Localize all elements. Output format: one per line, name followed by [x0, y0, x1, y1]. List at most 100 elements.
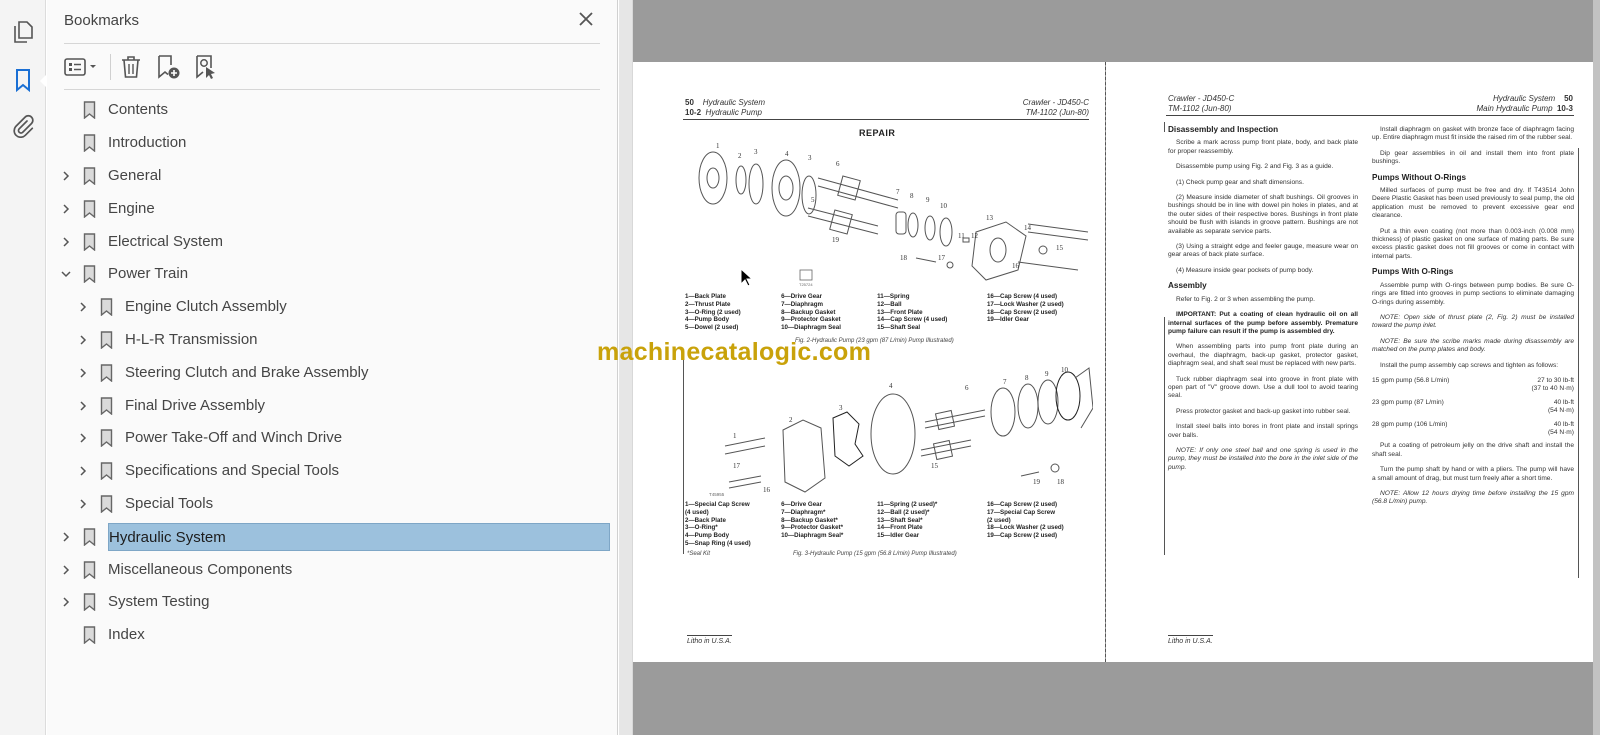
- bookmark-item[interactable]: Index: [47, 619, 618, 652]
- bookmark-item[interactable]: System Testing: [47, 586, 618, 619]
- bookmark-item[interactable]: Engine Clutch Assembly: [47, 291, 618, 324]
- svg-text:19: 19: [832, 236, 840, 244]
- divider: [64, 89, 600, 90]
- chevron-right-icon[interactable]: [76, 464, 90, 478]
- divider: [64, 43, 600, 44]
- bookmark-item[interactable]: Miscellaneous Components: [47, 553, 618, 586]
- bookmark-label: Engine: [108, 199, 155, 217]
- heading-pumps-with-o-rings: Pumps With O-Rings: [1372, 267, 1454, 277]
- svg-text:10: 10: [940, 202, 948, 210]
- svg-text:13: 13: [986, 214, 994, 222]
- bookmark-icon: [99, 495, 113, 513]
- bookmark-item[interactable]: Contents: [47, 94, 618, 127]
- close-panel-button[interactable]: [575, 8, 597, 30]
- delete-bookmark-button[interactable]: [119, 53, 143, 81]
- legend-column: 16—Cap Screw (4 used) 17—Lock Washer (2 u…: [987, 293, 1085, 332]
- chevron-right-icon[interactable]: [59, 169, 73, 183]
- vertical-scrollbar[interactable]: [1593, 0, 1600, 735]
- legend-entry: 4—Pump Body: [685, 532, 730, 540]
- note: NOTE: Be sure the scribe marks made duri…: [1372, 337, 1574, 354]
- svg-text:T45955: T45955: [709, 492, 725, 497]
- header-rule: [683, 119, 1089, 120]
- legend-entry: 10—Diaphragm Seal: [781, 324, 841, 332]
- bookmark-item[interactable]: Hydraulic System: [47, 520, 618, 553]
- bookmark-item[interactable]: H-L-R Transmission: [47, 324, 618, 357]
- svg-text:3: 3: [754, 148, 758, 156]
- bookmark-icon: [99, 396, 113, 415]
- page-thumbnails-button[interactable]: [9, 18, 37, 46]
- bookmark-item[interactable]: Final Drive Assembly: [47, 389, 618, 422]
- find-current-bookmark-button[interactable]: [193, 53, 219, 81]
- step: (2) Measure inside diameter of shaft bus…: [1168, 194, 1358, 235]
- panel-title: Bookmarks: [64, 12, 140, 29]
- bookmark-item[interactable]: Electrical System: [47, 225, 618, 258]
- legend-entry: 15—Idler Gear: [877, 532, 920, 540]
- legend-entry: (2 used): [986, 516, 1011, 524]
- svg-text:18: 18: [900, 254, 908, 262]
- svg-text:1: 1: [716, 142, 720, 150]
- chevron-right-icon[interactable]: [59, 530, 73, 544]
- chevron-right-icon[interactable]: [59, 563, 73, 577]
- panel-resize-handle[interactable]: [619, 0, 633, 735]
- torque-imperial: 40 lb-ft: [1553, 420, 1574, 428]
- chevron-right-icon[interactable]: [76, 431, 90, 445]
- legend-entry: 5—Dowel (2 used): [685, 324, 739, 332]
- chevron-right-icon[interactable]: [59, 202, 73, 216]
- bookmark-item[interactable]: Special Tools: [47, 488, 618, 521]
- bookmark-item[interactable]: Power Take-Off and Winch Drive: [47, 422, 618, 455]
- chevron-right-icon[interactable]: [76, 399, 90, 413]
- bookmark-label: General: [108, 166, 162, 184]
- revision-bar: [1164, 317, 1165, 555]
- chevron-right-icon[interactable]: [59, 595, 73, 609]
- manual-number: TM-1102 (Jun-80): [1168, 104, 1232, 113]
- add-bookmark-button[interactable]: [155, 53, 181, 81]
- legend-entry: 9—Protector Gasket*: [781, 524, 843, 532]
- bookmark-label: H-L-R Transmission: [125, 330, 258, 348]
- chevron-right-icon[interactable]: [76, 333, 90, 347]
- legend-entry: 8—Backup Gasket: [781, 308, 836, 316]
- chevron-right-icon[interactable]: [76, 366, 90, 380]
- toolbar-separator: [110, 54, 111, 80]
- attachments-button[interactable]: [9, 112, 37, 140]
- svg-text:10: 10: [1061, 366, 1069, 374]
- svg-text:7: 7: [896, 188, 900, 196]
- bookmark-icon: [99, 298, 113, 317]
- bookmarks-button[interactable]: [9, 66, 37, 94]
- paragraph: Install the pump assembly cap screws and…: [1380, 361, 1559, 369]
- chevron-right-icon[interactable]: [59, 235, 73, 249]
- fig3-parts-legend: 1—Special Cap Screw (4 used) 2—Back Plate…: [685, 501, 1085, 548]
- svg-text:11: 11: [958, 232, 965, 240]
- page-number: 10-3: [1556, 104, 1573, 113]
- watermark: machinecatalogic.com: [597, 338, 872, 366]
- bookmark-item[interactable]: Steering Clutch and Brake Assembly: [47, 356, 618, 389]
- paragraph: Dip gear assemblies in oil and install t…: [1372, 149, 1574, 166]
- bookmark-item[interactable]: Engine: [47, 192, 618, 225]
- bookmark-icon: [82, 232, 96, 251]
- heading-assembly: Assembly: [1168, 281, 1207, 291]
- bookmark-item[interactable]: Power Train: [47, 258, 618, 291]
- document-viewer[interactable]: 50 Hydraulic System 10-2 Hydraulic Pump …: [633, 0, 1600, 735]
- bookmark-label: Special Tools: [125, 494, 214, 512]
- document-area: 50 Hydraulic System 10-2 Hydraulic Pump …: [619, 0, 1600, 735]
- bookmark-icon: [16, 69, 30, 92]
- bookmark-item[interactable]: Specifications and Special Tools: [47, 455, 618, 488]
- text-column-1: Disassembly and Inspection Scribe a mark…: [1168, 124, 1358, 479]
- svg-text:8: 8: [1025, 374, 1029, 382]
- subsection-title: Main Hydraulic Pump: [1476, 104, 1553, 113]
- torque-value: 27 to 30 lb-ft (37 to 40 N·m): [1531, 377, 1574, 394]
- pump-size: 23 gpm pump (87 L/min): [1372, 398, 1444, 406]
- legend-entry: 6—Drive Gear: [781, 293, 823, 300]
- page-footer: Litho in U.S.A.: [1168, 635, 1213, 645]
- legend-entry: 17—Special Cap Screw: [986, 508, 1056, 516]
- svg-text:17: 17: [938, 254, 946, 262]
- options-menu-button[interactable]: [64, 53, 100, 81]
- svg-text:6: 6: [965, 384, 969, 392]
- torque-row: 28 gpm pump (106 L/min) 40 lb-ft (54 N·m): [1372, 421, 1574, 438]
- chevron-right-icon[interactable]: [76, 497, 90, 511]
- legend-entry: 11—Spring (2 used)*: [877, 501, 938, 508]
- bookmark-item[interactable]: Introduction: [47, 127, 618, 160]
- bookmark-item[interactable]: General: [47, 160, 618, 193]
- chevron-down-icon[interactable]: [59, 267, 73, 281]
- chevron-right-icon[interactable]: [76, 300, 90, 314]
